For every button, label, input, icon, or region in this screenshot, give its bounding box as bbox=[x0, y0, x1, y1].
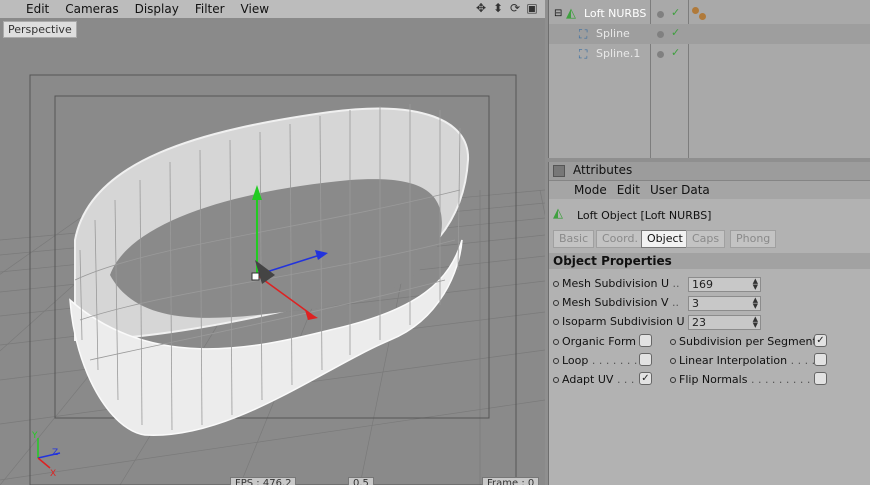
attributes-menubar: Mode Edit User Data bbox=[549, 181, 870, 199]
object-row-loft[interactable]: ⊟ ◭ Loft NURBS ✓ bbox=[549, 4, 870, 24]
tab-phong[interactable]: Phong bbox=[730, 230, 777, 248]
tab-coord[interactable]: Coord. bbox=[596, 230, 644, 248]
attributes-panel: Attributes Mode Edit User Data ◭ Loft Ob… bbox=[548, 162, 870, 485]
move-view-icon[interactable]: ✥ bbox=[474, 1, 488, 15]
camera-label[interactable]: Perspective bbox=[3, 21, 77, 38]
field-mesh-subdivision-u: Mesh Subdivision U .. 169 ▲ ▼ bbox=[553, 276, 868, 292]
adapt-uv-checkbox[interactable]: ✓ bbox=[639, 372, 652, 385]
world-axis-x-label: X bbox=[50, 469, 56, 479]
menu-edit[interactable]: Edit bbox=[612, 183, 645, 197]
object-name[interactable]: Spline bbox=[596, 24, 630, 44]
menu-view[interactable]: View bbox=[233, 0, 277, 18]
viewport[interactable]: Edit Cameras Display Filter View ✥ ⬍ ⟳ ▣… bbox=[0, 0, 545, 485]
animation-bullet-icon[interactable] bbox=[670, 377, 676, 383]
loft-mesh[interactable] bbox=[69, 104, 470, 436]
loop-checkbox[interactable] bbox=[639, 353, 652, 366]
fps-readout: FPS : 476.2 bbox=[230, 477, 297, 485]
object-row-spline-1[interactable]: ⛶ Spline.1 ✓ bbox=[549, 44, 870, 64]
enabled-check-icon[interactable]: ✓ bbox=[671, 46, 680, 59]
world-axis-indicator: Y Z X bbox=[31, 431, 61, 479]
frame-readout: Frame : 0 bbox=[482, 477, 540, 485]
check-label: Linear Interpolation . . . . bbox=[670, 354, 815, 367]
menu-filter[interactable]: Filter bbox=[187, 0, 233, 18]
animation-bullet-icon[interactable] bbox=[553, 281, 559, 287]
3d-scene[interactable]: Y Z X bbox=[0, 40, 545, 485]
check-label: Organic Form bbox=[553, 335, 636, 348]
object-title: Loft Object [Loft NURBS] bbox=[577, 209, 712, 222]
animation-bullet-icon[interactable] bbox=[670, 339, 676, 345]
animation-bullet-icon[interactable] bbox=[553, 339, 559, 345]
animation-bullet-icon[interactable] bbox=[553, 358, 559, 364]
check-flip-normals: Flip Normals . . . . . . . . . . . bbox=[670, 372, 870, 388]
check-label: Loop . . . . . . . . bbox=[553, 354, 644, 367]
tab-basic[interactable]: Basic bbox=[553, 230, 595, 248]
loft-icon: ◭ bbox=[566, 6, 576, 21]
mesh-subdivision-u-input[interactable]: 169 ▲ ▼ bbox=[688, 277, 761, 292]
stepper-icon[interactable]: ▲ ▼ bbox=[753, 278, 758, 291]
stepper-icon[interactable]: ▲ ▼ bbox=[753, 297, 758, 310]
material-tag-icon[interactable] bbox=[699, 13, 706, 20]
field-label: Isoparm Subdivision U bbox=[553, 315, 685, 328]
check-organic-form: Organic Form bbox=[553, 334, 663, 350]
field-label: Mesh Subdivision U .. bbox=[553, 277, 680, 290]
section-header: Object Properties bbox=[549, 253, 870, 269]
menu-mode[interactable]: Mode bbox=[569, 183, 612, 197]
tab-caps[interactable]: Caps bbox=[686, 230, 726, 248]
maximize-view-icon[interactable]: ▣ bbox=[525, 1, 539, 15]
menu-cameras[interactable]: Cameras bbox=[57, 0, 126, 18]
organic-form-checkbox[interactable] bbox=[639, 334, 652, 347]
tab-object[interactable]: Object bbox=[641, 230, 689, 248]
animation-bullet-icon[interactable] bbox=[553, 319, 559, 325]
animation-bullet-icon[interactable] bbox=[553, 377, 559, 383]
object-row-spline[interactable]: ⛶ Spline ✓ bbox=[549, 24, 870, 44]
rotate-view-icon[interactable]: ⟳ bbox=[508, 1, 522, 15]
mesh-subdivision-v-input[interactable]: 3 ▲ ▼ bbox=[688, 296, 761, 311]
check-adapt-uv: Adapt UV . . . ✓ bbox=[553, 372, 663, 388]
spline-icon: ⛶ bbox=[579, 47, 588, 61]
stepper-icon[interactable]: ▲ ▼ bbox=[753, 316, 758, 329]
enabled-check-icon[interactable]: ✓ bbox=[671, 6, 680, 19]
collapse-toggle-icon[interactable]: ⊟ bbox=[554, 8, 562, 19]
panel-grip-icon[interactable] bbox=[553, 165, 565, 177]
field-label: Mesh Subdivision V .. bbox=[553, 296, 679, 309]
object-name[interactable]: Spline.1 bbox=[596, 44, 640, 64]
check-subdivision-per-segment: Subdivision per Segment ✓ bbox=[670, 334, 870, 350]
loft-icon: ◭ bbox=[553, 206, 563, 221]
linear-interpolation-checkbox[interactable] bbox=[814, 353, 827, 366]
zoom-readout: 0.5 bbox=[348, 477, 374, 485]
panel-title: Attributes bbox=[573, 163, 633, 177]
animation-bullet-icon[interactable] bbox=[670, 358, 676, 364]
field-isoparm-subdivision-u: Isoparm Subdivision U 23 ▲ ▼ bbox=[553, 314, 868, 330]
object-name[interactable]: Loft NURBS bbox=[584, 4, 646, 24]
field-mesh-subdivision-v: Mesh Subdivision V .. 3 ▲ ▼ bbox=[553, 295, 868, 311]
zoom-view-icon[interactable]: ⬍ bbox=[491, 1, 505, 15]
enabled-check-icon[interactable]: ✓ bbox=[671, 26, 680, 39]
visibility-dot-icon[interactable] bbox=[657, 51, 664, 58]
spline-icon: ⛶ bbox=[579, 27, 588, 41]
viewport-nav-icons: ✥ ⬍ ⟳ ▣ bbox=[474, 1, 539, 15]
check-label: Adapt UV . . . bbox=[553, 373, 634, 386]
visibility-dot-icon[interactable] bbox=[657, 31, 664, 38]
check-label: Flip Normals . . . . . . . . . . . bbox=[670, 373, 824, 386]
world-axis-y-label: Y bbox=[31, 431, 38, 441]
viewport-menubar: Edit Cameras Display Filter View bbox=[0, 0, 545, 19]
menu-user-data[interactable]: User Data bbox=[645, 183, 715, 197]
check-linear-interpolation: Linear Interpolation . . . . bbox=[670, 353, 870, 369]
menu-edit[interactable]: Edit bbox=[18, 0, 57, 18]
object-manager: ⊟ ◭ Loft NURBS ✓ ⛶ Spline ✓ ⛶ Spline.1 ✓ bbox=[548, 0, 870, 158]
material-tag-icon[interactable] bbox=[692, 7, 699, 14]
section-title: Object Properties bbox=[553, 254, 672, 268]
attributes-header: Attributes bbox=[549, 162, 870, 181]
check-loop: Loop . . . . . . . . bbox=[553, 353, 663, 369]
check-label: Subdivision per Segment bbox=[670, 335, 817, 348]
animation-bullet-icon[interactable] bbox=[553, 300, 559, 306]
menu-display[interactable]: Display bbox=[127, 0, 187, 18]
subdivision-per-segment-checkbox[interactable]: ✓ bbox=[814, 334, 827, 347]
isoparm-subdivision-u-input[interactable]: 23 ▲ ▼ bbox=[688, 315, 761, 330]
world-axis-z-label: Z bbox=[52, 448, 58, 458]
flip-normals-checkbox[interactable] bbox=[814, 372, 827, 385]
visibility-dot-icon[interactable] bbox=[657, 11, 664, 18]
